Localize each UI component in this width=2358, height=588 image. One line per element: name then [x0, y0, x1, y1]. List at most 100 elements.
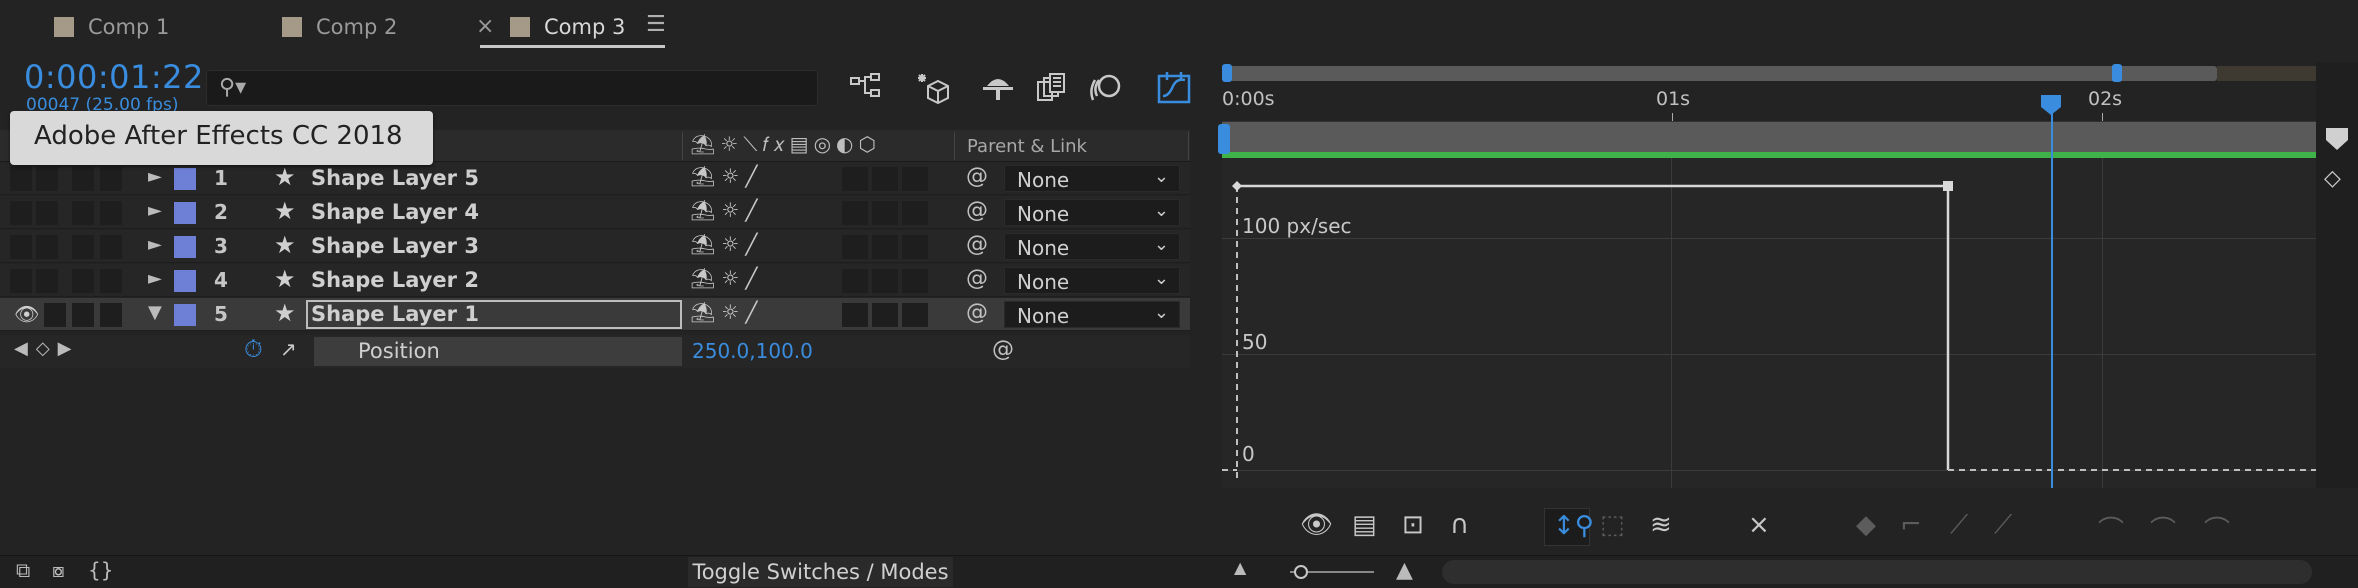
- layer-switch-cell[interactable]: [872, 235, 898, 259]
- motion-blur-icon[interactable]: [1088, 72, 1124, 106]
- show-properties-eye-icon[interactable]: 👁: [1300, 510, 1333, 540]
- audio-switch[interactable]: [36, 269, 58, 293]
- layer-switch-cell[interactable]: [872, 303, 898, 327]
- time-ruler[interactable]: 0:00s 01s 02s: [1222, 84, 2316, 122]
- video-switch[interactable]: [10, 235, 32, 259]
- parent-dropdown[interactable]: None ⌄: [1004, 233, 1180, 260]
- search-input[interactable]: ⚲▾: [206, 70, 818, 106]
- graph-include-icon[interactable]: ↗: [280, 337, 297, 361]
- layer-name[interactable]: Shape Layer 5: [311, 166, 479, 190]
- edit-keyframe-icon[interactable]: ◆: [1856, 510, 1876, 540]
- layer-switch-cell[interactable]: [842, 167, 868, 191]
- separate-dimensions-icon[interactable]: ⨯: [1748, 510, 1770, 540]
- frame-blending-icon[interactable]: [1034, 72, 1070, 106]
- layer-row-selected[interactable]: 👁 ▼ 5 ★ Shape Layer 1 ⛱☼╱ @ None ⌄: [0, 298, 1190, 331]
- layer-switch-cell[interactable]: [842, 235, 868, 259]
- draft-3d-icon[interactable]: [914, 72, 950, 106]
- navigator-start-handle[interactable]: [1222, 64, 1232, 82]
- shy-layers-icon[interactable]: [980, 72, 1016, 106]
- pick-whip-icon[interactable]: @: [992, 337, 1014, 362]
- solo-switch[interactable]: [72, 303, 94, 327]
- auto-zoom-button[interactable]: ↕⚲: [1544, 508, 1594, 546]
- expand-arrow-icon[interactable]: ►: [148, 268, 162, 289]
- pick-whip-icon[interactable]: @: [966, 164, 988, 189]
- layer-switch-cell[interactable]: [902, 303, 928, 327]
- label-color-swatch[interactable]: [174, 270, 196, 292]
- layer-switch-cell[interactable]: [902, 235, 928, 259]
- label-color-swatch[interactable]: [174, 304, 196, 326]
- panel-menu-icon[interactable]: ☰: [646, 12, 666, 37]
- tab-comp-3[interactable]: Comp 3: [510, 10, 625, 44]
- audio-switch[interactable]: [36, 167, 58, 191]
- video-switch[interactable]: [10, 167, 32, 191]
- speed-graph-curve[interactable]: [1222, 158, 2316, 488]
- layer-switch-cell[interactable]: [872, 201, 898, 225]
- easy-ease-out-icon[interactable]: ⌒: [2204, 510, 2230, 547]
- audio-switch[interactable]: [44, 303, 66, 327]
- lock-switch[interactable]: [100, 235, 122, 259]
- graph-editor[interactable]: 100 px/sec 50 0: [1222, 158, 2316, 488]
- layer-name[interactable]: Shape Layer 4: [311, 200, 479, 224]
- lock-switch[interactable]: [100, 167, 122, 191]
- solo-switch[interactable]: [72, 235, 94, 259]
- graph-editor-toggle-icon[interactable]: [1156, 72, 1192, 106]
- layer-switches[interactable]: ⛱☼╱: [690, 232, 763, 256]
- parent-dropdown[interactable]: None ⌄: [1004, 199, 1180, 226]
- horizontal-scrollbar[interactable]: [1442, 560, 2312, 584]
- layer-switch-cell[interactable]: [842, 303, 868, 327]
- pick-whip-icon[interactable]: @: [966, 300, 988, 325]
- layer-switch-cell[interactable]: [872, 167, 898, 191]
- label-color-swatch[interactable]: [174, 168, 196, 190]
- layer-row[interactable]: ► 4 ★ Shape Layer 2 ⛱☼╱ @ None ⌄: [0, 264, 1190, 297]
- property-row-position[interactable]: ◀◇▶ ⏱ ↗ Position 250.0,100.0 @: [0, 335, 1190, 368]
- zoom-out-mountain-icon[interactable]: ▲: [1234, 558, 1246, 577]
- easy-ease-in-icon[interactable]: ⌒: [2150, 510, 2176, 547]
- label-color-swatch[interactable]: [174, 202, 196, 224]
- transfer-controls-pane-icon[interactable]: ⧇: [52, 558, 65, 582]
- keyframe-navigator[interactable]: ◀◇▶: [14, 338, 80, 359]
- label-color-swatch[interactable]: [174, 236, 196, 258]
- layer-switches[interactable]: ⛱☼╱: [690, 300, 763, 324]
- composition-flowchart-icon[interactable]: [848, 72, 884, 106]
- auto-bezier-icon[interactable]: ⟋: [1994, 510, 2012, 541]
- solo-switch[interactable]: [72, 201, 94, 225]
- tab-comp-1[interactable]: Comp 1: [54, 10, 169, 44]
- expand-arrow-icon[interactable]: ►: [148, 200, 162, 221]
- comp-end-marker-icon[interactable]: [2322, 126, 2352, 152]
- layer-switch-cell[interactable]: [902, 269, 928, 293]
- lock-switch[interactable]: [100, 303, 122, 327]
- layer-switch-cell[interactable]: [872, 269, 898, 293]
- lock-switch[interactable]: [100, 269, 122, 293]
- graph-options-icon[interactable]: ◇: [2324, 166, 2341, 191]
- close-tab-icon[interactable]: ×: [476, 14, 494, 39]
- time-navigator[interactable]: [1222, 62, 2317, 84]
- zoom-slider-thumb[interactable]: [1294, 565, 1308, 579]
- layer-name[interactable]: Shape Layer 1: [311, 302, 479, 326]
- tab-comp-2[interactable]: Comp 2: [282, 10, 397, 44]
- work-area-start-handle[interactable]: [1218, 124, 1230, 154]
- parent-dropdown[interactable]: None ⌄: [1004, 267, 1180, 294]
- layer-switches[interactable]: ⛱☼╱: [690, 198, 763, 222]
- video-switch[interactable]: [10, 269, 32, 293]
- pick-whip-icon[interactable]: @: [966, 232, 988, 257]
- parent-dropdown[interactable]: None ⌄: [1004, 301, 1180, 328]
- expand-arrow-icon[interactable]: ►: [148, 166, 162, 187]
- current-time-display[interactable]: 0:00:01:22: [24, 58, 204, 96]
- layer-switches[interactable]: ⛱☼╱: [690, 164, 763, 188]
- fit-selection-icon[interactable]: ⬚: [1600, 510, 1625, 540]
- linear-keyframe-icon[interactable]: ⟋: [1950, 510, 1968, 541]
- layer-switch-cell[interactable]: [902, 167, 928, 191]
- stopwatch-icon[interactable]: ⏱: [244, 335, 263, 363]
- hold-keyframe-icon[interactable]: ⌐: [1900, 510, 1922, 540]
- lock-switch[interactable]: [100, 201, 122, 225]
- navigator-end-handle[interactable]: [2112, 64, 2122, 82]
- in-out-pane-icon[interactable]: {}: [88, 558, 113, 582]
- solo-switch[interactable]: [72, 269, 94, 293]
- video-switch[interactable]: [10, 201, 32, 225]
- transform-box-icon[interactable]: ⊡: [1402, 510, 1424, 540]
- pick-whip-icon[interactable]: @: [966, 198, 988, 223]
- layer-switches-pane-icon[interactable]: ⧉: [16, 558, 30, 582]
- parent-link-header[interactable]: Parent & Link: [967, 136, 1087, 157]
- position-value[interactable]: 250.0,100.0: [692, 339, 813, 363]
- zoom-in-mountain-icon[interactable]: ▲: [1396, 558, 1413, 583]
